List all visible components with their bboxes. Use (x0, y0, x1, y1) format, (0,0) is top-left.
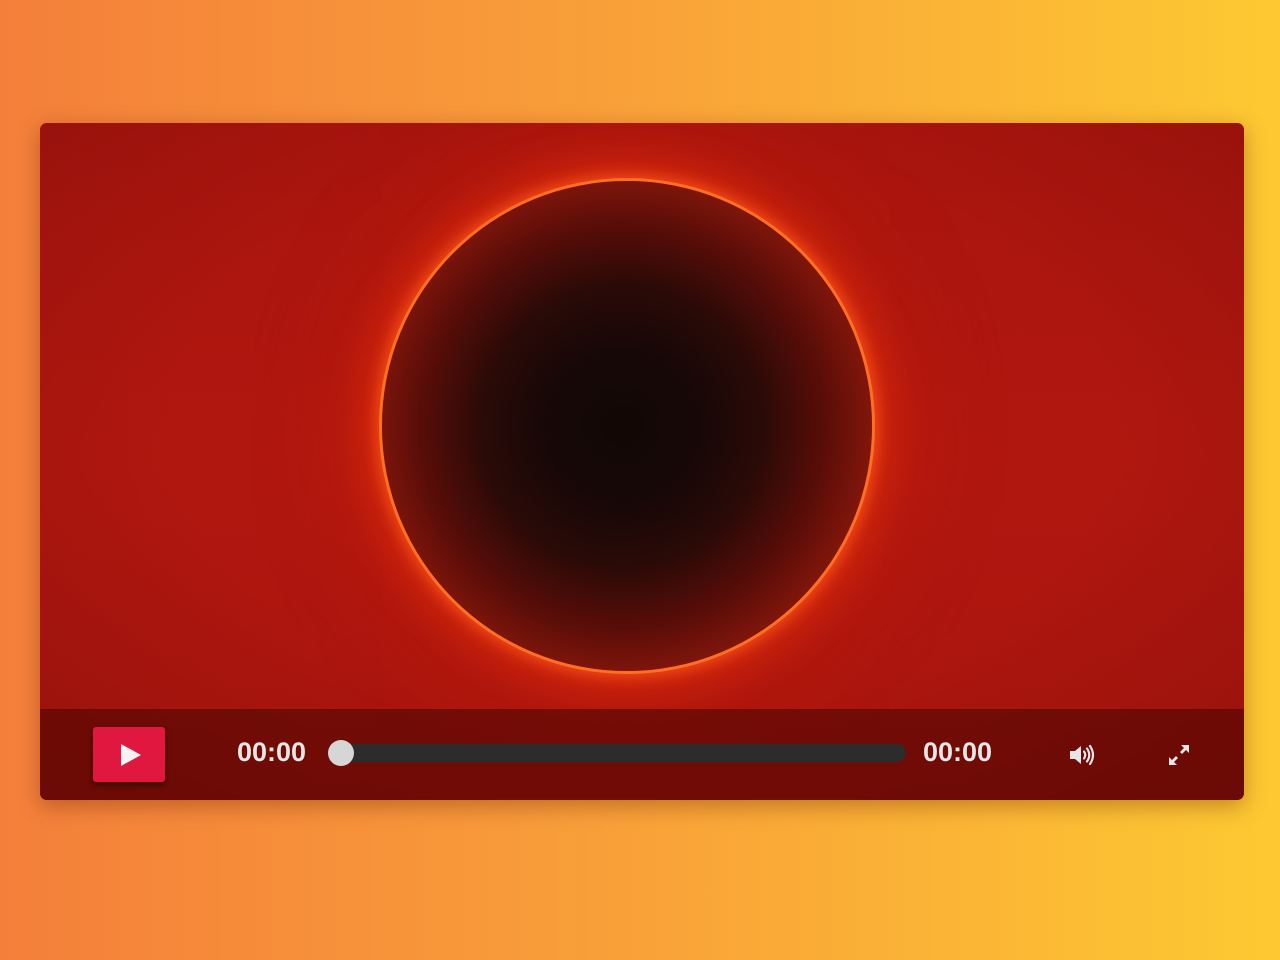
volume-button[interactable] (1067, 740, 1097, 770)
progress-thumb[interactable] (328, 740, 354, 766)
progress-bar[interactable] (341, 744, 906, 762)
fullscreen-button[interactable] (1164, 740, 1194, 770)
video-player[interactable]: 00:00 00:00 (40, 123, 1244, 800)
video-frame[interactable] (40, 123, 1244, 800)
volume-icon (1070, 744, 1095, 766)
play-icon (121, 743, 141, 766)
eclipse-disc (382, 181, 872, 671)
play-button[interactable] (93, 727, 165, 782)
controls-bar: 00:00 00:00 (40, 709, 1244, 800)
fullscreen-expand-icon (1169, 745, 1189, 765)
duration-time: 00:00 (923, 737, 993, 767)
current-time: 00:00 (237, 737, 307, 767)
